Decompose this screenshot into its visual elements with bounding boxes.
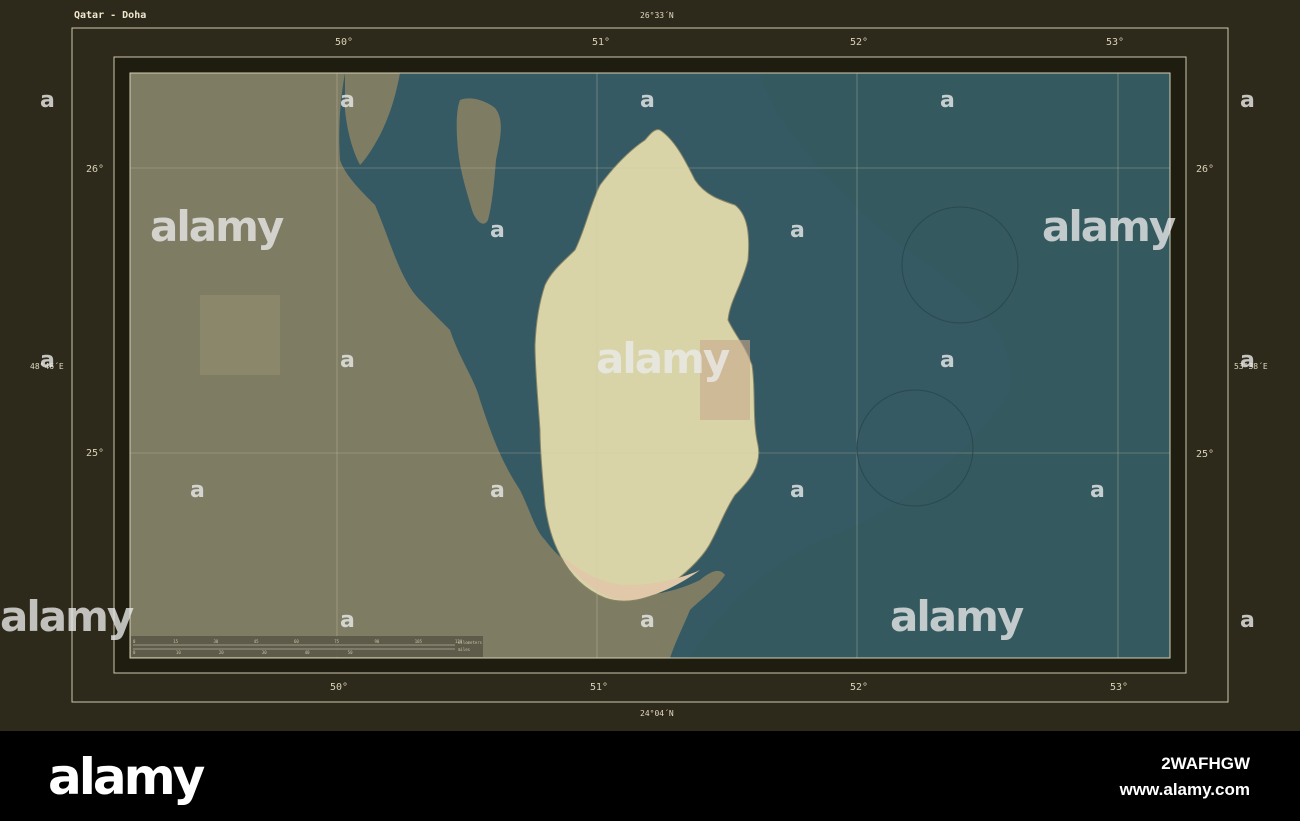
scale-km-tick: 45 (253, 639, 259, 644)
scale-mi-tick: 30 (261, 650, 267, 655)
watermark-text: alamy (150, 202, 284, 251)
lon-label-bottom-50: 50° (330, 682, 349, 693)
watermark-small-mark: a (640, 88, 655, 113)
scale-mi-tick: 0 (133, 650, 136, 655)
watermark-text: alamy (890, 592, 1024, 641)
scale-mi-tick: 40 (304, 650, 310, 655)
lon-label-bottom-52: 52° (850, 682, 869, 693)
watermark-small-mark: a (940, 88, 955, 113)
watermark-small-mark: a (340, 348, 355, 373)
watermark-small-mark: a (490, 478, 505, 503)
watermark-small-mark: a (490, 218, 505, 243)
watermark-small-mark: a (1090, 478, 1105, 503)
watermark-text: alamy (1042, 202, 1176, 251)
scale-mi-tick: 20 (218, 650, 224, 655)
footer-url: www.alamy.com (1119, 780, 1250, 799)
footer-logo: alamy (48, 748, 205, 806)
watermark-small-mark: a (1240, 348, 1255, 373)
watermark-small-mark: a (640, 608, 655, 633)
watermark-small-mark: a (340, 88, 355, 113)
watermark-small-mark: a (790, 218, 805, 243)
scale-km-tick: 30 (213, 639, 219, 644)
saudi-urban (200, 295, 280, 375)
watermark-small-mark: a (190, 478, 205, 503)
map-stage: Qatar - Doha 26°33´N 24°04´N 48°46´E 53°… (0, 0, 1300, 731)
watermark-small-mark: a (1240, 608, 1255, 633)
scale-km-tick: 75 (334, 639, 340, 644)
watermark-small-mark: a (940, 348, 955, 373)
scale-mi-tick: 50 (347, 650, 353, 655)
watermark-small-mark: a (1240, 88, 1255, 113)
watermark-small-mark: a (340, 608, 355, 633)
bottom-latitude-label: 24°04´N (640, 709, 674, 718)
lon-label-top-51: 51° (592, 37, 611, 48)
map-title: Qatar - Doha (74, 10, 147, 21)
scale-km-tick: 0 (133, 639, 136, 644)
scale-km-tick: 15 (173, 639, 179, 644)
watermark-text: alamy (596, 334, 730, 383)
watermark-small-mark: a (40, 88, 55, 113)
scale-mi-tick: 10 (175, 650, 181, 655)
scale-km-tick: 60 (294, 639, 299, 644)
lat-label-right-25: 25° (1196, 449, 1215, 460)
lon-label-bottom-51: 51° (590, 682, 609, 693)
lon-label-top-52: 52° (850, 37, 869, 48)
scale-km-tick: 105 (414, 639, 422, 644)
scale-km-tick: 90 (374, 639, 380, 644)
lat-label-right-26: 26° (1196, 164, 1215, 175)
top-latitude-label: 26°33´N (640, 11, 674, 20)
footer-image-id: 2WAFHGW (1161, 754, 1250, 773)
lat-label-left-25: 25° (86, 448, 105, 459)
lon-label-top-53: 53° (1106, 37, 1125, 48)
scale-km-tick: 120 (455, 639, 463, 644)
watermark-small-mark: a (40, 348, 55, 373)
lat-label-left-26: 26° (86, 164, 105, 175)
scale-mi-label: miles (458, 647, 471, 652)
watermark-small-mark: a (790, 478, 805, 503)
watermark-text: alamy (0, 592, 134, 641)
lon-label-top-50: 50° (335, 37, 354, 48)
lon-label-bottom-53: 53° (1110, 682, 1129, 693)
